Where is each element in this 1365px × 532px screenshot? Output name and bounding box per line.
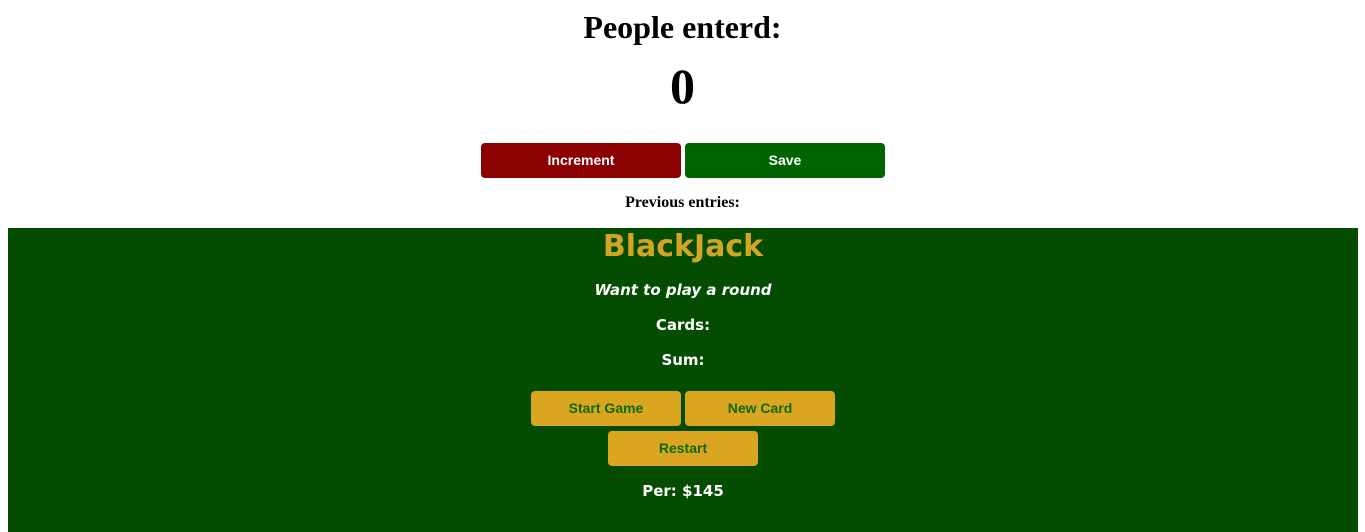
counter-title: People enterd: — [583, 9, 782, 45]
new-card-button[interactable]: New Card — [685, 391, 835, 426]
game-title: BlackJack — [602, 229, 764, 264]
increment-button[interactable]: Increment — [481, 143, 681, 178]
save-button[interactable]: Save — [685, 143, 885, 178]
blackjack-section: BlackJack Want to play a round Cards: Su… — [8, 228, 1358, 532]
start-game-button[interactable]: Start Game — [531, 391, 681, 426]
previous-entries: Previous entries: — [625, 194, 740, 211]
game-message: Want to play a round — [594, 281, 772, 299]
counter-section: People enterd: 0 Increment Save Previous… — [0, 0, 1365, 228]
sum-display: Sum: — [661, 351, 705, 369]
count-display: 0 — [670, 58, 695, 114]
cards-display: Cards: — [655, 316, 711, 334]
restart-button[interactable]: Restart — [608, 431, 758, 466]
player-info: Per: $145 — [642, 482, 724, 500]
counter-buttons: Increment Save — [481, 143, 885, 178]
